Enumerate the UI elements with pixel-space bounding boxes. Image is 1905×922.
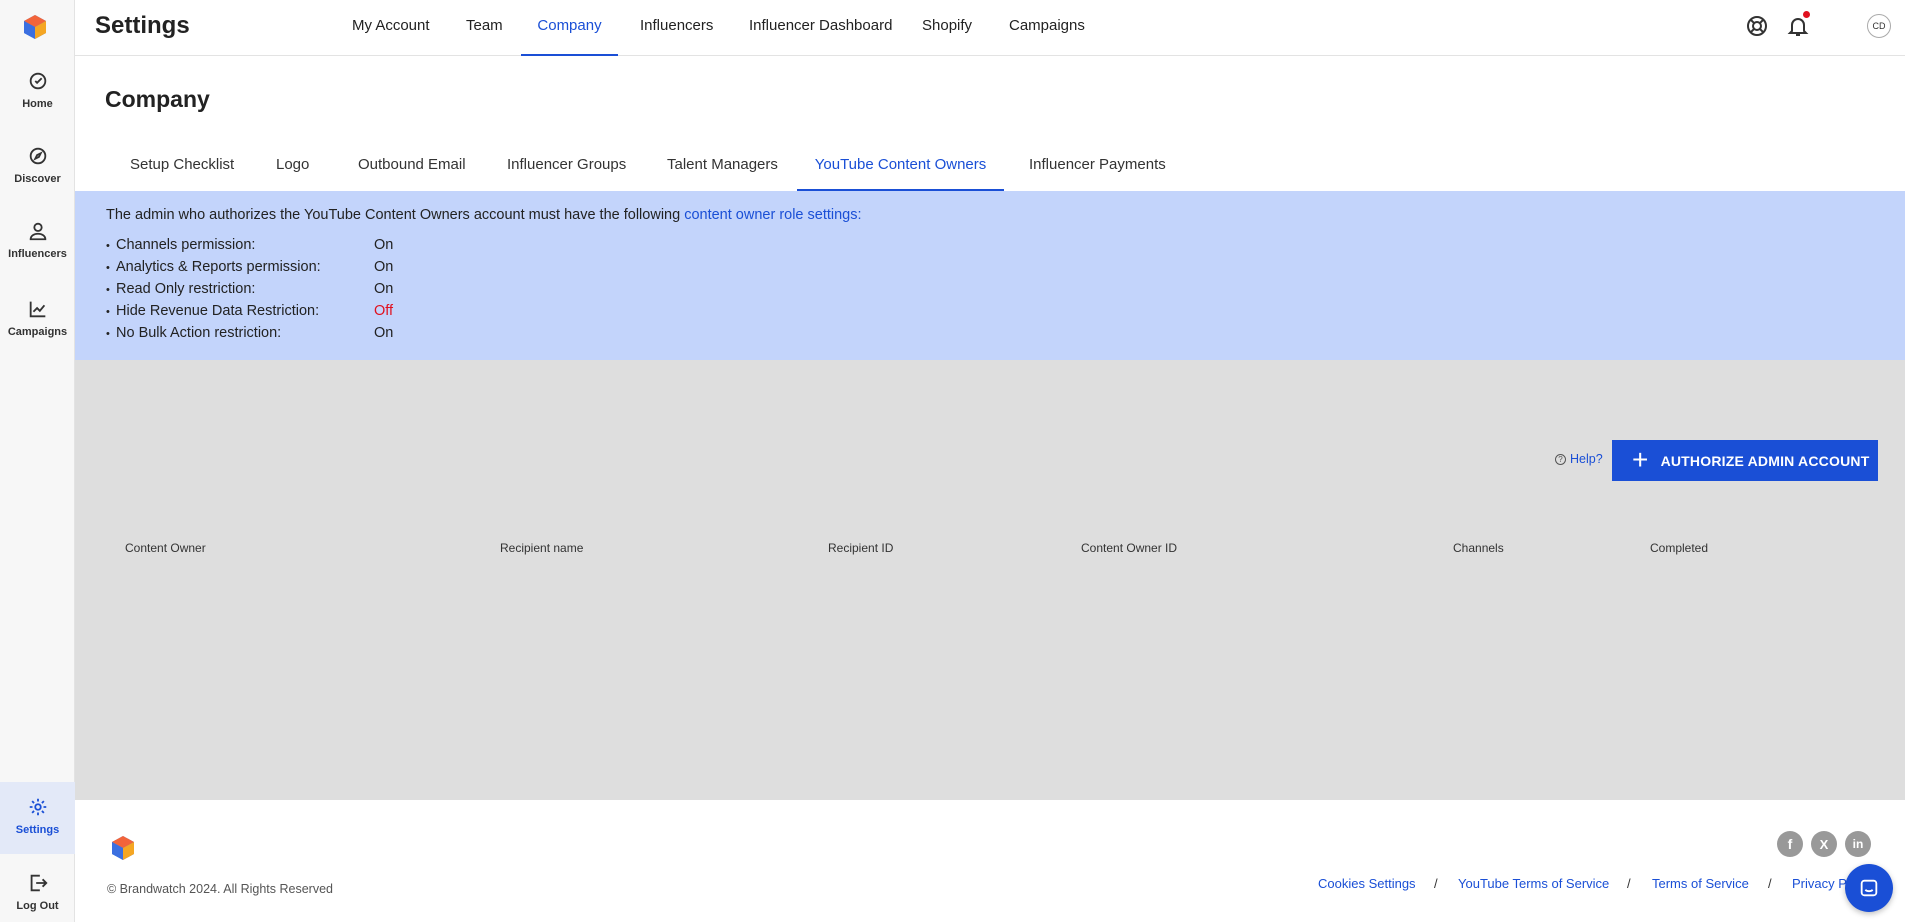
permission-value: On: [374, 259, 394, 275]
bullet: •: [106, 284, 110, 296]
column-header[interactable]: Channels: [1453, 541, 1504, 555]
permission-row: • No Bulk Action restriction: On: [106, 325, 393, 341]
logout-icon: [30, 874, 48, 892]
authorize-button-label: AUTHORIZE ADMIN ACCOUNT: [1660, 452, 1870, 469]
tab-campaigns[interactable]: Campaigns: [1009, 0, 1085, 56]
facebook-icon[interactable]: f: [1777, 831, 1803, 857]
permission-value: On: [374, 281, 394, 297]
tab-shopify[interactable]: Shopify: [922, 0, 972, 56]
tab-company[interactable]: Company: [521, 0, 618, 56]
banner-message: The admin who authorizes the YouTube Con…: [106, 207, 685, 223]
permission-name: Read Only restriction:: [116, 281, 256, 297]
tab-team[interactable]: Team: [466, 0, 503, 56]
left-sidebar: Home Discover Influencers Campaigns Sett…: [0, 0, 75, 922]
sidebar-item-logout[interactable]: Log Out: [0, 862, 75, 922]
help-lifebuoy-icon[interactable]: [1745, 14, 1769, 38]
sidebar-item-discover[interactable]: Discover: [0, 135, 75, 203]
privacy-policy-link[interactable]: Privacy P: [1792, 876, 1847, 891]
sidebar-item-label: Home: [22, 98, 53, 110]
column-header[interactable]: Recipient ID: [828, 541, 893, 555]
x-icon[interactable]: X: [1811, 831, 1837, 857]
linkedin-icon[interactable]: in: [1845, 831, 1871, 857]
sidebar-item-label: Settings: [15, 824, 60, 836]
question-icon: ?: [1555, 453, 1566, 465]
sidebar-item-campaigns[interactable]: Campaigns: [0, 288, 75, 356]
sidebar-item-label: Influencers: [8, 248, 67, 260]
sidebar-item-label: Log Out: [16, 900, 59, 912]
app-title: Settings: [95, 12, 190, 39]
permissions-banner: The admin who authorizes the YouTube Con…: [75, 191, 1905, 360]
column-header[interactable]: Content Owner: [125, 541, 206, 555]
chat-icon: [1860, 879, 1878, 897]
footer-separator: /: [1434, 876, 1438, 891]
user-icon: [29, 222, 46, 241]
permission-name: Channels permission:: [116, 237, 256, 253]
subtab-outbound-email[interactable]: Outbound Email: [358, 146, 466, 191]
notification-dot: [1803, 11, 1810, 18]
help-link[interactable]: ? Help?: [1555, 452, 1603, 466]
permission-value: On: [374, 325, 394, 341]
authorize-admin-account-button[interactable]: + AUTHORIZE ADMIN ACCOUNT: [1612, 440, 1878, 481]
footer-separator: /: [1768, 876, 1772, 891]
subtab-logo[interactable]: Logo: [276, 146, 309, 191]
subtab-influencer-groups[interactable]: Influencer Groups: [507, 146, 626, 191]
column-header[interactable]: Recipient name: [500, 541, 583, 555]
home-icon: [29, 72, 46, 90]
subtab-youtube-content-owners[interactable]: YouTube Content Owners: [797, 146, 1004, 191]
tab-my-account[interactable]: My Account: [352, 0, 430, 56]
sidebar-item-label: Campaigns: [7, 326, 68, 338]
copyright-text: © Brandwatch 2024. All Rights Reserved: [107, 882, 333, 896]
compass-icon: [29, 147, 46, 165]
banner-text: The admin who authorizes the YouTube Con…: [106, 207, 862, 223]
permission-row: • Channels permission: On: [106, 237, 393, 253]
permission-name: Analytics & Reports permission:: [116, 259, 321, 275]
avatar[interactable]: CD: [1867, 14, 1891, 38]
permission-row: • Read Only restriction: On: [106, 281, 393, 297]
subtab-talent-managers[interactable]: Talent Managers: [667, 146, 778, 191]
permission-row: • Analytics & Reports permission: On: [106, 259, 393, 275]
bullet: •: [106, 328, 110, 340]
permission-name: No Bulk Action restriction:: [116, 325, 282, 341]
sidebar-item-label: Discover: [14, 173, 61, 185]
terms-of-service-link[interactable]: Terms of Service: [1652, 876, 1749, 891]
bullet: •: [106, 306, 110, 318]
notifications-button[interactable]: [1786, 11, 1810, 38]
permission-value: Off: [374, 303, 394, 319]
footer-brand-logo: [112, 836, 134, 860]
permission-row: • Hide Revenue Data Restriction: Off: [106, 303, 393, 319]
sidebar-item-influencers[interactable]: Influencers: [0, 210, 75, 278]
sidebar-item-home[interactable]: Home: [0, 60, 75, 128]
footer-separator: /: [1627, 876, 1631, 891]
tab-influencer-dashboard[interactable]: Influencer Dashboard: [749, 0, 892, 56]
subtab-setup-checklist[interactable]: Setup Checklist: [130, 146, 234, 191]
tab-influencers[interactable]: Influencers: [640, 0, 713, 56]
help-label: Help?: [1570, 452, 1603, 466]
permission-name: Hide Revenue Data Restriction:: [116, 303, 320, 319]
company-subtabs: Setup Checklist Logo Outbound Email Infl…: [75, 146, 1905, 191]
content-owners-panel: ? Help? + AUTHORIZE ADMIN ACCOUNT Conten…: [75, 360, 1905, 800]
permission-value: On: [374, 237, 394, 253]
top-header: Settings My Account Team Company Influen…: [75, 0, 1905, 56]
bullet: •: [106, 262, 110, 274]
cookies-settings-link[interactable]: Cookies Settings: [1318, 876, 1416, 891]
youtube-terms-link[interactable]: YouTube Terms of Service: [1458, 876, 1609, 891]
column-header[interactable]: Completed: [1650, 541, 1708, 555]
plus-icon: +: [1632, 443, 1649, 475]
sidebar-item-settings[interactable]: Settings: [0, 782, 75, 854]
role-settings-link[interactable]: content owner role settings:: [684, 207, 861, 223]
campaign-icon: [29, 301, 45, 318]
chat-launcher-button[interactable]: [1845, 864, 1893, 912]
subtab-influencer-payments[interactable]: Influencer Payments: [1029, 146, 1166, 191]
column-header[interactable]: Content Owner ID: [1081, 541, 1177, 555]
brand-logo[interactable]: [22, 14, 48, 40]
gear-icon: [29, 798, 46, 816]
page-title: Company: [105, 86, 210, 112]
bullet: •: [106, 240, 110, 252]
